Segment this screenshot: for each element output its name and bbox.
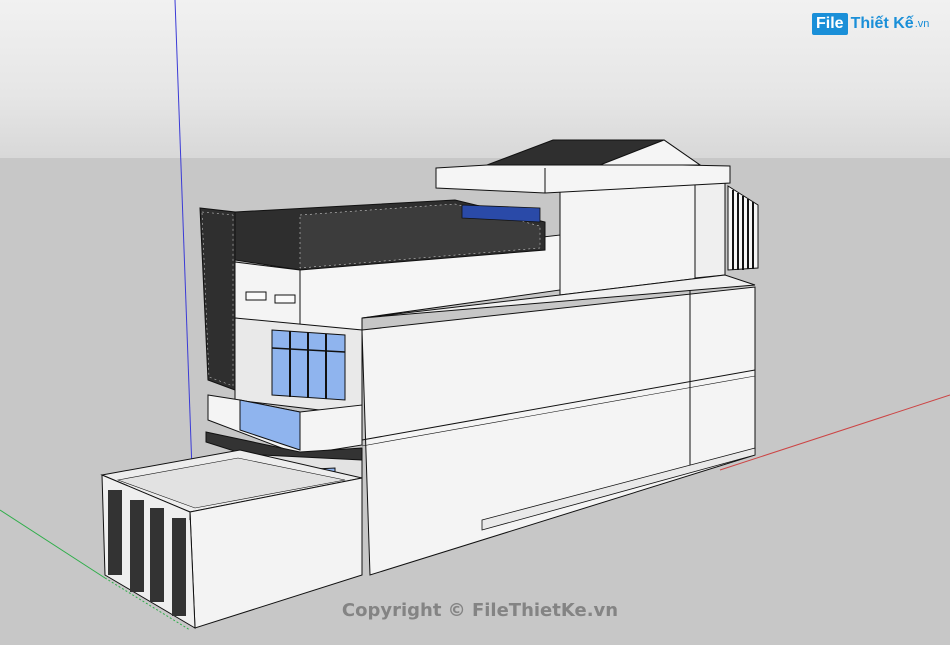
main-side-wall (361, 286, 756, 576)
blue-axis (174, 0, 193, 471)
logo-name: Thiết Kế (850, 15, 914, 32)
logo-ext: .vn (914, 18, 930, 30)
house-model[interactable] (0, 0, 950, 645)
logo-box: File (812, 13, 848, 35)
copyright-watermark: Copyright © FileThietKe.vn (341, 600, 619, 621)
brand-logo: File Thiết Kế .vn (812, 10, 929, 38)
sketchup-viewport[interactable]: File Thiết Kế .vn Copyright © FileThietK… (0, 0, 950, 645)
left-lattice-screen (199, 207, 236, 391)
green-axis (0, 509, 106, 579)
right-louvers (727, 185, 759, 271)
